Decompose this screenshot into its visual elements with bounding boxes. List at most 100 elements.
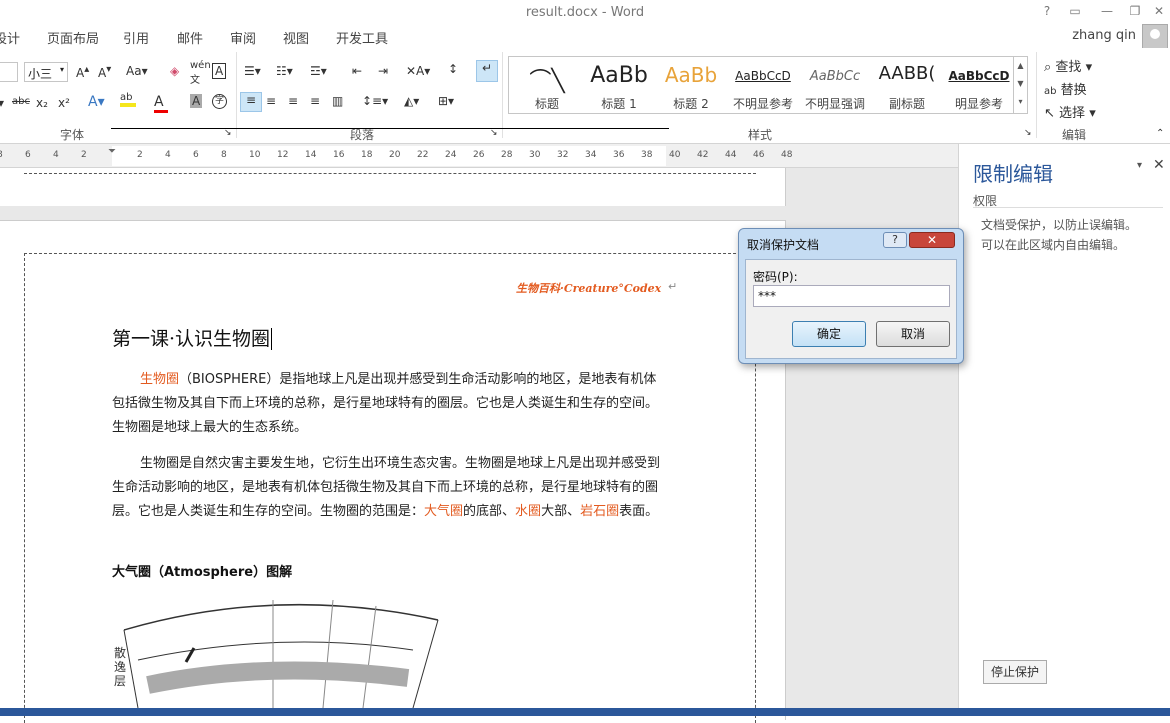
borders-icon[interactable]: ⊞▾ (438, 94, 454, 108)
chinese-layout-icon[interactable]: ✕A▾ (406, 64, 430, 78)
help-icon[interactable]: ? (1038, 4, 1056, 20)
style-subtitle[interactable]: AABB(副标题 (871, 57, 943, 113)
password-field[interactable]: *** (753, 285, 950, 307)
document-heading[interactable]: 第一课·认识生物圈 (112, 324, 279, 351)
numbering-icon[interactable]: ☷▾ (276, 64, 293, 78)
ruler-tick-label: 30 (529, 150, 541, 160)
find-button[interactable]: ⌕ 查找 ▾ (1044, 56, 1092, 75)
tab-layout[interactable]: 页面布局 (47, 28, 99, 47)
ruler-tick-label: 16 (333, 150, 345, 160)
change-case-icon[interactable]: Aa▾ (126, 64, 148, 78)
font-size-combo[interactable]: 小三 ▾ (24, 62, 68, 82)
clear-format-icon[interactable]: ◈ (170, 64, 179, 78)
window-title: result.docx - Word (525, 5, 645, 20)
dialog-close-button[interactable]: ✕ (909, 232, 955, 248)
restore-button[interactable]: ❐ (1126, 4, 1144, 20)
pane-close-icon[interactable]: ✕ (1153, 157, 1165, 173)
avatar[interactable] (1142, 24, 1168, 50)
atmosphere-diagram[interactable] (108, 590, 448, 708)
font-launcher-icon[interactable]: ↘ (224, 128, 232, 138)
tab-references[interactable]: 引用 (123, 28, 149, 47)
style-heading2[interactable]: AaBb 标题 2 (655, 57, 727, 113)
find-icon: ⌕ (1044, 60, 1052, 75)
cancel-button[interactable]: 取消 (876, 321, 950, 347)
style-preview: AaBb (664, 63, 718, 87)
paragraph-launcher-icon[interactable]: ↘ (490, 128, 498, 138)
ribbon-display-icon[interactable]: ▭ (1066, 4, 1084, 20)
style-title[interactable]: ⌒╲ 标题 (511, 57, 583, 113)
divider (973, 207, 1163, 208)
font-color-icon[interactable]: A (154, 94, 168, 113)
strikethrough-icon[interactable]: abc (12, 96, 30, 107)
paragraph-text: 大部、 (541, 504, 581, 519)
bullet-icon[interactable]: ▾ (0, 96, 4, 110)
shrink-font-icon[interactable]: A▾ (98, 64, 111, 80)
style-subtle-ref[interactable]: AaBbCcD 不明显参考 (727, 57, 799, 113)
increase-indent-icon[interactable]: ⇥ (378, 64, 388, 78)
user-name[interactable]: zhang qin (1072, 28, 1136, 43)
ok-button[interactable]: 确定 (792, 321, 866, 347)
indent-marker[interactable]: ⏷ (108, 146, 116, 157)
minimize-button[interactable]: — (1098, 4, 1116, 20)
select-label: 选择 (1059, 106, 1086, 121)
sort-icon[interactable]: ↕ (448, 62, 458, 76)
style-name: 标题 2 (673, 97, 709, 111)
replace-label: 替换 (1060, 83, 1087, 98)
tab-view[interactable]: 视图 (283, 28, 309, 47)
styles-launcher-icon[interactable]: ↘ (1024, 128, 1032, 138)
stop-protection-button[interactable]: 停止保护 (983, 660, 1047, 684)
justify-icon[interactable]: ≡ (310, 94, 320, 108)
show-marks-icon[interactable]: ↵ (476, 60, 498, 82)
paragraph-1[interactable]: 生物圈（BIOSPHERE）是指地球上凡是出现并感受到生命活动影响的地区，是地表… (112, 368, 660, 440)
align-left-icon[interactable]: ≡ (240, 92, 262, 112)
grow-font-icon[interactable]: A▴ (76, 64, 89, 80)
title-bar: result.docx - Word ? ▭ — ❐ ✕ (0, 0, 1170, 26)
distributed-icon[interactable]: ▥ (332, 94, 343, 108)
highlight-icon[interactable]: ab (120, 92, 136, 107)
style-subtle-emphasis[interactable]: AaBbCc 不明显强调 (799, 57, 871, 113)
style-preview: AaBb (590, 63, 648, 88)
decrease-indent-icon[interactable]: ⇤ (352, 64, 362, 78)
ruler[interactable]: ⏷ 86422468101214161820222426283032343638… (0, 144, 958, 168)
font-name-combo[interactable] (0, 62, 18, 82)
multilevel-list-icon[interactable]: ☲▾ (310, 64, 327, 78)
ruler-tick-label: 46 (753, 150, 765, 160)
line-spacing-icon[interactable]: ↕≡▾ (362, 94, 388, 108)
tab-mailings[interactable]: 邮件 (177, 28, 203, 47)
superscript-icon[interactable]: x² (58, 96, 70, 110)
phonetic-guide-icon[interactable]: wén 文 (190, 60, 211, 86)
subscript-icon[interactable]: x₂ (36, 96, 48, 110)
group-styles-label: 样式 (748, 128, 773, 142)
subheading[interactable]: 大气圈（Atmosphere）图解 (112, 561, 292, 580)
collapse-ribbon-icon[interactable]: ⌃ (1156, 128, 1164, 139)
styles-scroll[interactable]: ▲ ▼ ▾ (1013, 57, 1027, 113)
separator (1036, 52, 1037, 138)
header-rule (111, 128, 669, 129)
dialog-help-button[interactable]: ? (883, 232, 907, 248)
pane-options-icon[interactable]: ▾ (1137, 160, 1142, 171)
tab-review[interactable]: 审阅 (230, 28, 256, 47)
style-heading1[interactable]: AaBb 标题 1 (583, 57, 655, 113)
page-header[interactable]: 生物百科·Creature°Codex (516, 280, 661, 296)
ruler-tick-label: 4 (53, 150, 59, 160)
ruler-tick-label: 26 (473, 150, 485, 160)
text-effects-icon[interactable]: A▾ (88, 94, 105, 110)
styles-gallery[interactable]: ⌒╲ 标题 AaBb 标题 1 AaBb 标题 2 AaBbCcD 不明显参考 AaBb… (508, 56, 1028, 114)
close-button[interactable]: ✕ (1150, 4, 1168, 20)
bullets-icon[interactable]: ☰▾ (244, 64, 261, 78)
align-right-icon[interactable]: ≡ (288, 94, 298, 108)
char-border-icon[interactable]: A (212, 63, 227, 79)
paragraph-2[interactable]: 生物圈是自然灾害主要发生地，它衍生出环境生态灾害。生物圈是地球上凡是出现并感受到… (112, 452, 660, 524)
enclose-char-icon[interactable]: 字 (212, 94, 227, 109)
tab-design[interactable]: 设计 (0, 28, 20, 47)
ruler-tick-label: 40 (669, 150, 681, 160)
select-button[interactable]: ↖ 选择 ▾ (1044, 102, 1096, 121)
ruler-tick-label: 2 (137, 150, 143, 160)
shading-icon[interactable]: ◭▾ (404, 94, 419, 108)
style-intense-ref[interactable]: AaBbCcD 明显参考 (943, 57, 1015, 113)
ruler-tick-label: 10 (249, 150, 261, 160)
align-center-icon[interactable]: ≡ (266, 94, 276, 108)
replace-button[interactable]: ab 替换 (1044, 79, 1087, 98)
tab-developer[interactable]: 开发工具 (336, 28, 388, 47)
char-shading-icon[interactable]: A (190, 94, 203, 108)
